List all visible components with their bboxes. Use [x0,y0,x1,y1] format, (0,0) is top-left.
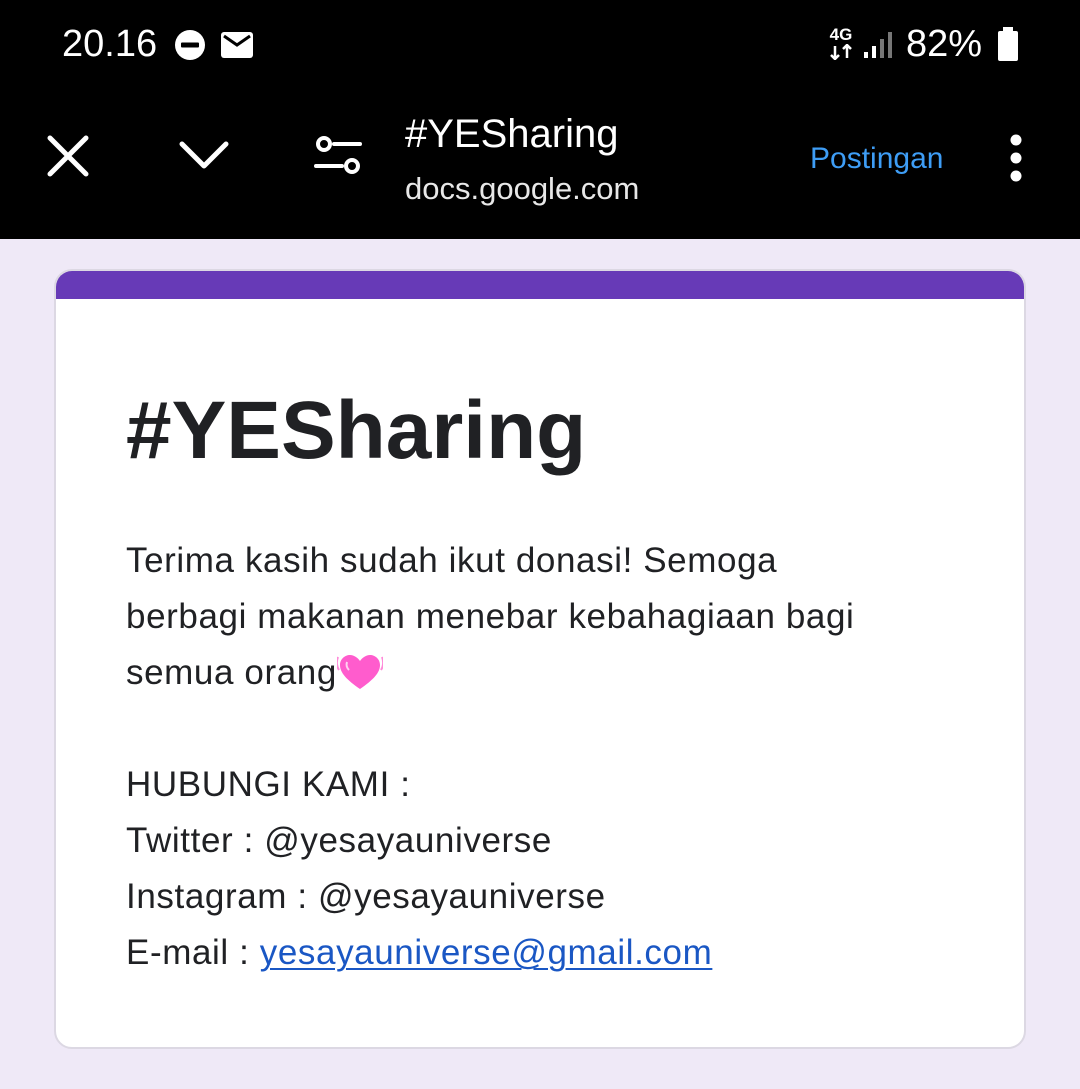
signal-icon [864,32,892,58]
page-title: #YESharing [405,112,619,156]
page-domain: docs.google.com [405,171,640,206]
heart-icon [336,655,383,689]
instagram-contact: Instagram : @yesayauniverse [126,877,606,916]
description-line-with-emoji: semua orang [126,645,976,701]
contact-heading: HUBUNGI KAMI : [126,765,411,804]
settings-sliders-icon[interactable] [312,132,364,180]
form-description: Terima kasih sudah ikut donasi! Semoga b… [126,533,976,981]
chevron-down-icon[interactable] [172,128,236,184]
status-bar: 20.16 4G 82% [0,0,1080,88]
more-vert-icon[interactable] [998,132,1034,184]
description-line-text: semua orang [126,653,337,692]
mail-icon [221,32,253,58]
form-title: #YESharing [126,385,587,476]
form-header-card: #YESharing Terima kasih sudah ikut donas… [54,269,1026,1049]
battery-icon [998,27,1018,61]
twitter-contact: Twitter : @yesayauniverse [126,821,552,860]
close-icon[interactable] [40,128,96,184]
postingan-button[interactable]: Postingan [810,140,943,178]
do-not-disturb-icon [175,30,205,60]
description-line: berbagi makanan menebar kebahagiaan bagi [126,597,855,636]
data-arrows-icon [830,44,852,60]
network-type-label: 4G [829,25,853,44]
card-accent-bar [56,271,1024,299]
email-link[interactable]: yesayauniverse@gmail.com [260,933,713,972]
email-prefix: E-mail : [126,933,260,972]
battery-percent: 82% [906,23,983,65]
email-contact: E-mail : yesayauniverse@gmail.com [126,925,976,981]
description-line: Terima kasih sudah ikut donasi! Semoga [126,541,778,580]
browser-toolbar: #YESharing docs.google.com Postingan [0,88,1080,239]
status-time: 20.16 [62,23,158,65]
